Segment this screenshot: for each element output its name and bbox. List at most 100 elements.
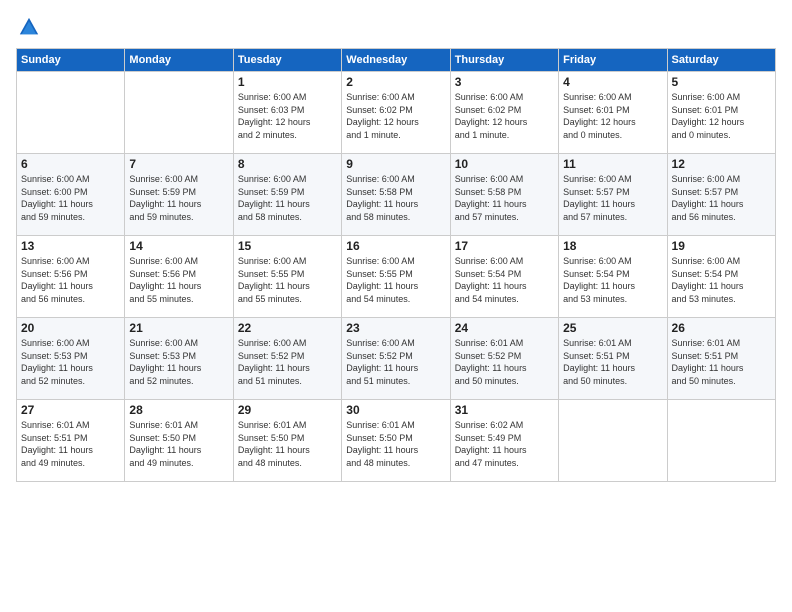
day-number: 30 bbox=[346, 403, 445, 417]
cell-content: Sunrise: 6:02 AM Sunset: 5:49 PM Dayligh… bbox=[455, 419, 554, 469]
day-number: 4 bbox=[563, 75, 662, 89]
cell-content: Sunrise: 6:00 AM Sunset: 5:59 PM Dayligh… bbox=[238, 173, 337, 223]
cell-content: Sunrise: 6:00 AM Sunset: 5:56 PM Dayligh… bbox=[21, 255, 120, 305]
calendar-cell: 30Sunrise: 6:01 AM Sunset: 5:50 PM Dayli… bbox=[342, 400, 450, 482]
cell-content: Sunrise: 6:00 AM Sunset: 5:59 PM Dayligh… bbox=[129, 173, 228, 223]
day-number: 29 bbox=[238, 403, 337, 417]
day-number: 21 bbox=[129, 321, 228, 335]
day-number: 13 bbox=[21, 239, 120, 253]
calendar-cell: 11 Sunrise: 6:00 AM Sunset: 5:57 PM Dayli… bbox=[559, 154, 667, 236]
calendar-cell: 25Sunrise: 6:01 AM Sunset: 5:51 PM Dayli… bbox=[559, 318, 667, 400]
cell-content: Sunrise: 6:00 AM Sunset: 5:53 PM Dayligh… bbox=[129, 337, 228, 387]
calendar-cell: 16 Sunrise: 6:00 AM Sunset: 5:55 PM Dayli… bbox=[342, 236, 450, 318]
calendar-cell: 12 Sunrise: 6:00 AM Sunset: 5:57 PM Dayli… bbox=[667, 154, 775, 236]
cell-content: Sunrise: 6:01 AM Sunset: 5:51 PM Dayligh… bbox=[21, 419, 120, 469]
calendar-cell bbox=[125, 72, 233, 154]
cell-content: Sunrise: 6:00 AM Sunset: 6:01 PM Dayligh… bbox=[672, 91, 771, 141]
day-number: 23 bbox=[346, 321, 445, 335]
day-number: 25 bbox=[563, 321, 662, 335]
cell-content: Sunrise: 6:00 AM Sunset: 5:57 PM Dayligh… bbox=[672, 173, 771, 223]
cell-content: Sunrise: 6:00 AM Sunset: 6:00 PM Dayligh… bbox=[21, 173, 120, 223]
cell-content: Sunrise: 6:00 AM Sunset: 5:57 PM Dayligh… bbox=[563, 173, 662, 223]
day-number: 5 bbox=[672, 75, 771, 89]
calendar-cell bbox=[667, 400, 775, 482]
day-number: 10 bbox=[455, 157, 554, 171]
calendar-cell: 5 Sunrise: 6:00 AM Sunset: 6:01 PM Daylig… bbox=[667, 72, 775, 154]
day-number: 6 bbox=[21, 157, 120, 171]
calendar-cell: 4 Sunrise: 6:00 AM Sunset: 6:01 PM Daylig… bbox=[559, 72, 667, 154]
calendar-cell: 24Sunrise: 6:01 AM Sunset: 5:52 PM Dayli… bbox=[450, 318, 558, 400]
day-number: 12 bbox=[672, 157, 771, 171]
day-number: 8 bbox=[238, 157, 337, 171]
day-number: 14 bbox=[129, 239, 228, 253]
cell-content: Sunrise: 6:01 AM Sunset: 5:51 PM Dayligh… bbox=[672, 337, 771, 387]
cell-content: Sunrise: 6:00 AM Sunset: 5:52 PM Dayligh… bbox=[238, 337, 337, 387]
calendar-cell: 1 Sunrise: 6:00 AM Sunset: 6:03 PM Daylig… bbox=[233, 72, 341, 154]
week-row-5: 27 Sunrise: 6:01 AM Sunset: 5:51 PM Dayli… bbox=[17, 400, 776, 482]
calendar-cell: 18 Sunrise: 6:00 AM Sunset: 5:54 PM Dayli… bbox=[559, 236, 667, 318]
calendar-cell: 9 Sunrise: 6:00 AM Sunset: 5:58 PM Daylig… bbox=[342, 154, 450, 236]
day-number: 15 bbox=[238, 239, 337, 253]
day-number: 16 bbox=[346, 239, 445, 253]
day-number: 27 bbox=[21, 403, 120, 417]
cell-content: Sunrise: 6:00 AM Sunset: 5:55 PM Dayligh… bbox=[346, 255, 445, 305]
logo bbox=[16, 16, 44, 38]
day-number: 24 bbox=[455, 321, 554, 335]
cell-content: Sunrise: 6:01 AM Sunset: 5:50 PM Dayligh… bbox=[129, 419, 228, 469]
calendar-cell: 20Sunrise: 6:00 AM Sunset: 5:53 PM Dayli… bbox=[17, 318, 125, 400]
calendar-cell: 7 Sunrise: 6:00 AM Sunset: 5:59 PM Daylig… bbox=[125, 154, 233, 236]
day-number: 17 bbox=[455, 239, 554, 253]
week-row-1: 1 Sunrise: 6:00 AM Sunset: 6:03 PM Daylig… bbox=[17, 72, 776, 154]
calendar-cell: 2Sunrise: 6:00 AM Sunset: 6:02 PM Daylig… bbox=[342, 72, 450, 154]
calendar-table: SundayMondayTuesdayWednesdayThursdayFrid… bbox=[16, 48, 776, 482]
cell-content: Sunrise: 6:00 AM Sunset: 6:03 PM Dayligh… bbox=[238, 91, 337, 141]
weekday-saturday: Saturday bbox=[667, 49, 775, 72]
weekday-sunday: Sunday bbox=[17, 49, 125, 72]
calendar-cell: 6 Sunrise: 6:00 AM Sunset: 6:00 PM Daylig… bbox=[17, 154, 125, 236]
page: SundayMondayTuesdayWednesdayThursdayFrid… bbox=[0, 0, 792, 612]
weekday-header-row: SundayMondayTuesdayWednesdayThursdayFrid… bbox=[17, 49, 776, 72]
cell-content: Sunrise: 6:00 AM Sunset: 6:01 PM Dayligh… bbox=[563, 91, 662, 141]
calendar-cell bbox=[17, 72, 125, 154]
calendar-cell: 22 Sunrise: 6:00 AM Sunset: 5:52 PM Dayli… bbox=[233, 318, 341, 400]
calendar-cell: 23 Sunrise: 6:00 AM Sunset: 5:52 PM Dayli… bbox=[342, 318, 450, 400]
weekday-friday: Friday bbox=[559, 49, 667, 72]
calendar-cell: 21 Sunrise: 6:00 AM Sunset: 5:53 PM Dayli… bbox=[125, 318, 233, 400]
calendar-cell: 13 Sunrise: 6:00 AM Sunset: 5:56 PM Dayli… bbox=[17, 236, 125, 318]
calendar-cell: 10 Sunrise: 6:00 AM Sunset: 5:58 PM Dayli… bbox=[450, 154, 558, 236]
cell-content: Sunrise: 6:00 AM Sunset: 5:58 PM Dayligh… bbox=[455, 173, 554, 223]
cell-content: Sunrise: 6:00 AM Sunset: 5:54 PM Dayligh… bbox=[455, 255, 554, 305]
cell-content: Sunrise: 6:00 AM Sunset: 5:56 PM Dayligh… bbox=[129, 255, 228, 305]
day-number: 7 bbox=[129, 157, 228, 171]
day-number: 19 bbox=[672, 239, 771, 253]
cell-content: Sunrise: 6:00 AM Sunset: 5:54 PM Dayligh… bbox=[672, 255, 771, 305]
day-number: 28 bbox=[129, 403, 228, 417]
weekday-monday: Monday bbox=[125, 49, 233, 72]
calendar-cell: 8 Sunrise: 6:00 AM Sunset: 5:59 PM Daylig… bbox=[233, 154, 341, 236]
weekday-tuesday: Tuesday bbox=[233, 49, 341, 72]
day-number: 18 bbox=[563, 239, 662, 253]
week-row-4: 20Sunrise: 6:00 AM Sunset: 5:53 PM Dayli… bbox=[17, 318, 776, 400]
day-number: 26 bbox=[672, 321, 771, 335]
calendar-cell: 14 Sunrise: 6:00 AM Sunset: 5:56 PM Dayli… bbox=[125, 236, 233, 318]
day-number: 11 bbox=[563, 157, 662, 171]
week-row-2: 6 Sunrise: 6:00 AM Sunset: 6:00 PM Daylig… bbox=[17, 154, 776, 236]
weekday-thursday: Thursday bbox=[450, 49, 558, 72]
calendar-cell: 29Sunrise: 6:01 AM Sunset: 5:50 PM Dayli… bbox=[233, 400, 341, 482]
calendar-cell: 19 Sunrise: 6:00 AM Sunset: 5:54 PM Dayli… bbox=[667, 236, 775, 318]
cell-content: Sunrise: 6:00 AM Sunset: 5:54 PM Dayligh… bbox=[563, 255, 662, 305]
cell-content: Sunrise: 6:00 AM Sunset: 6:02 PM Dayligh… bbox=[346, 91, 445, 141]
day-number: 22 bbox=[238, 321, 337, 335]
calendar-cell bbox=[559, 400, 667, 482]
cell-content: Sunrise: 6:00 AM Sunset: 6:02 PM Dayligh… bbox=[455, 91, 554, 141]
cell-content: Sunrise: 6:00 AM Sunset: 5:58 PM Dayligh… bbox=[346, 173, 445, 223]
calendar-cell: 15 Sunrise: 6:00 AM Sunset: 5:55 PM Dayli… bbox=[233, 236, 341, 318]
cell-content: Sunrise: 6:00 AM Sunset: 5:52 PM Dayligh… bbox=[346, 337, 445, 387]
cell-content: Sunrise: 6:00 AM Sunset: 5:55 PM Dayligh… bbox=[238, 255, 337, 305]
day-number: 9 bbox=[346, 157, 445, 171]
weekday-wednesday: Wednesday bbox=[342, 49, 450, 72]
calendar-cell: 17 Sunrise: 6:00 AM Sunset: 5:54 PM Dayli… bbox=[450, 236, 558, 318]
day-number: 1 bbox=[238, 75, 337, 89]
calendar-cell: 26 Sunrise: 6:01 AM Sunset: 5:51 PM Dayli… bbox=[667, 318, 775, 400]
day-number: 3 bbox=[455, 75, 554, 89]
